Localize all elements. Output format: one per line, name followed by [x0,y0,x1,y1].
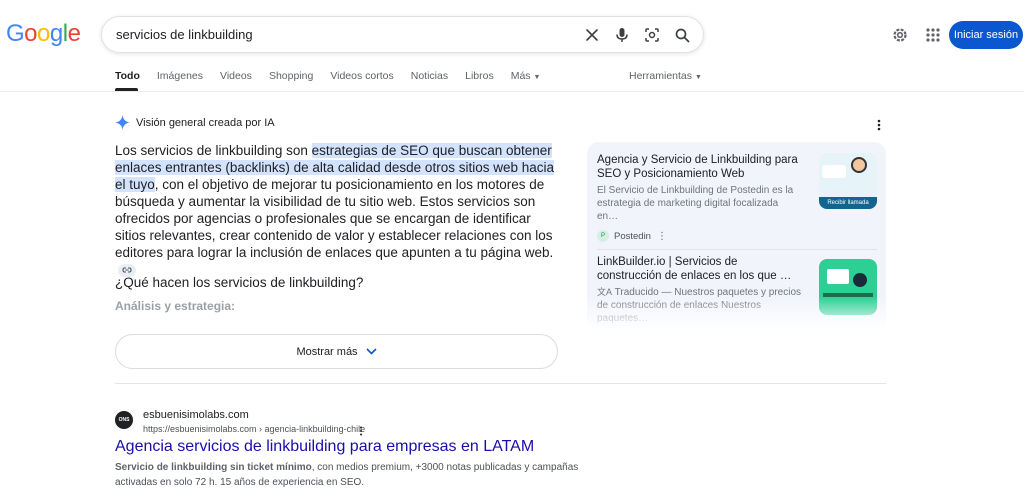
translate-icon: 文A [597,287,613,297]
snippet-bold: Servicio de linkbuilding sin ticket míni… [115,462,312,473]
apps-grid-icon[interactable] [922,24,944,46]
tab-mas[interactable]: Más ▼ [511,70,541,82]
source-description: El Servicio de Linkbuilding de Postedin … [597,185,794,222]
logo-letter: g [49,20,63,47]
more-options-icon[interactable]: ⋮ [657,231,667,242]
thumb-person [851,157,867,173]
caret-down-icon: ▼ [533,74,541,81]
tab-videos-cortos[interactable]: Videos cortos [330,70,393,82]
result-snippet: Servicio de linkbuilding sin ticket míni… [115,460,585,490]
ai-overview-text: Los servicios de linkbuilding son estrat… [115,142,563,278]
source-title[interactable]: Agencia y Servicio de Linkbuilding para … [597,153,802,181]
tab-mas-label: Más [510,70,531,82]
thumb-chat [822,165,846,178]
tab-todo[interactable]: Todo [115,70,140,82]
site-favicon[interactable]: ONS [115,411,133,429]
ai-sources-panel: Agencia y Servicio de Linkbuilding para … [587,142,886,330]
search-icon[interactable] [671,24,693,46]
search-box[interactable] [101,16,704,53]
result-site-name[interactable]: esbuenisimolabs.com [143,409,249,421]
show-more-button[interactable]: Mostrar más [115,334,558,369]
postedin-favicon: P [597,230,609,242]
tab-shopping[interactable]: Shopping [269,70,313,82]
source-site: P Postedin ⋮ [597,230,877,242]
ai-text-rest: , con el objetivo de mejorar tu posicion… [115,177,554,260]
source-thumbnail: Recibir llamada [819,153,877,209]
header-divider [0,91,1024,92]
section-divider [115,383,886,384]
google-logo[interactable]: Google [6,20,81,48]
tools-menu[interactable]: Herramientas ▼ [629,70,702,82]
settings-gear-icon[interactable] [889,24,911,46]
show-more-label: Mostrar más [296,345,358,358]
clear-icon[interactable] [581,24,603,46]
logo-letter: e [67,20,81,47]
ai-text-start: Los servicios de linkbuilding son [115,143,312,158]
tab-libros[interactable]: Libros [465,70,494,82]
thumb-person [853,273,867,287]
tab-noticias[interactable]: Noticias [411,70,448,82]
panel-fade [587,297,886,330]
result-title-link[interactable]: Agencia servicios de linkbuilding para e… [115,438,534,456]
ai-overview-title: Visión general creada por IA [136,116,275,129]
text-fade [115,312,565,336]
logo-letter: o [24,20,38,47]
thumb-cta: Recibir llamada [819,197,877,209]
source-name: Postedin [614,230,651,242]
search-tabs: Todo Imágenes Videos Shopping Videos cor… [115,70,557,82]
camera-lens-icon[interactable] [641,24,663,46]
caret-down-icon: ▼ [694,74,702,81]
logo-letter: G [6,20,25,47]
result-url[interactable]: https://esbuenisimolabs.com › agencia-li… [143,424,365,434]
signin-button[interactable]: Iniciar sesión [949,21,1023,49]
microphone-icon[interactable] [611,24,633,46]
ai-subheading-faded: Análisis y estrategia: [115,299,236,313]
source-divider [597,249,877,250]
ai-subheading: ¿Qué hacen los servicios de linkbuilding… [115,275,364,290]
source-card[interactable]: Agencia y Servicio de Linkbuilding para … [597,153,877,242]
logo-letter: o [37,20,50,47]
ai-overview-header: Visión general creada por IA [115,115,275,130]
more-options-icon[interactable] [873,118,885,132]
search-input[interactable] [116,27,556,42]
tab-imagenes[interactable]: Imágenes [157,70,203,82]
ai-sparkle-icon [115,115,130,130]
thumb-monitor [827,269,849,284]
tab-videos[interactable]: Videos [220,70,252,82]
tools-label: Herramientas [629,70,693,82]
chevron-down-icon [365,348,377,355]
source-title[interactable]: LinkBuilder.io | Servicios de construcci… [597,255,802,283]
